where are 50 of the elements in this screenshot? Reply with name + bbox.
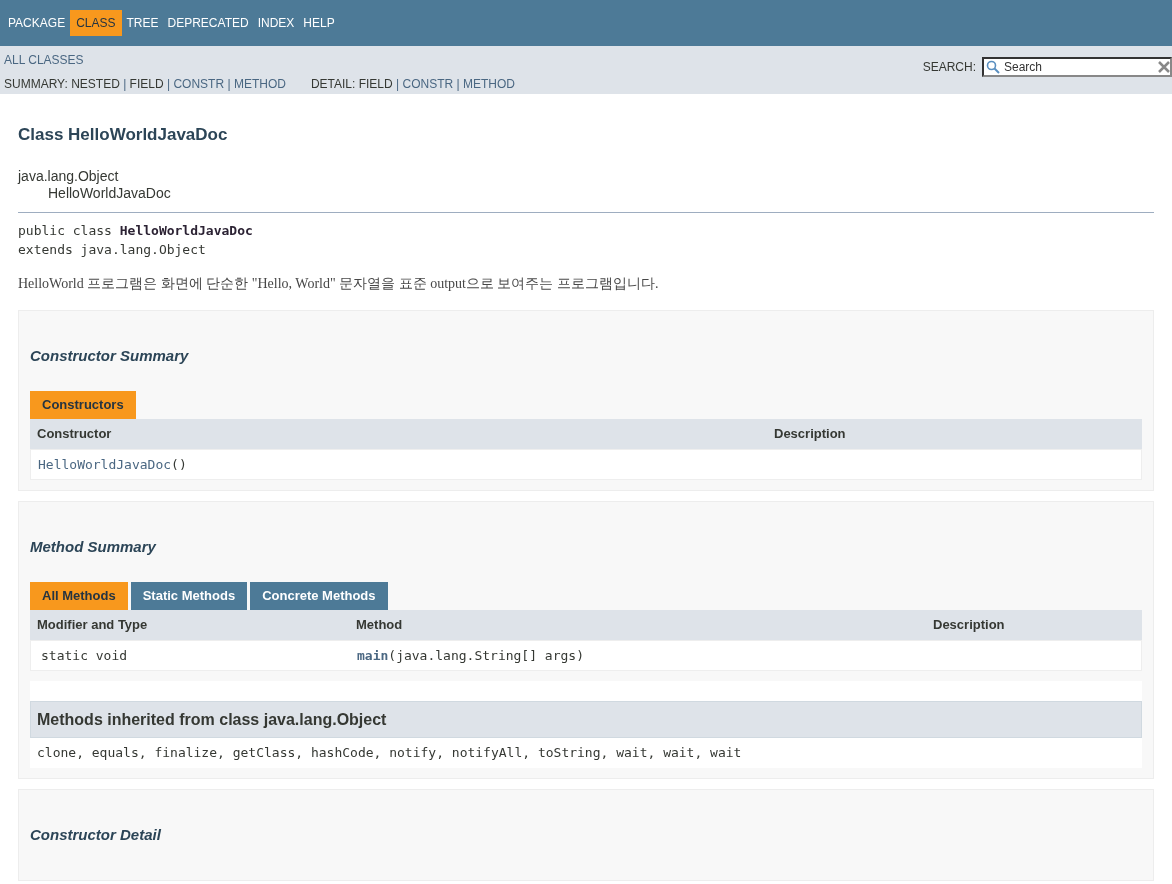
nav-link[interactable]: HELP	[299, 10, 339, 36]
summary-nav-link[interactable]: CONSTR	[173, 75, 225, 93]
summary-nav-link[interactable]: METHOD	[462, 75, 515, 93]
search-field[interactable]: Search	[982, 57, 1172, 77]
separator-mark: |	[455, 76, 461, 93]
separator-mark: |	[165, 76, 172, 93]
all-classes-link[interactable]: ALL CLASSES	[4, 53, 84, 67]
method-name-link[interactable]: main	[357, 647, 389, 663]
nav-link[interactable]: INDEX	[253, 10, 299, 36]
close-icon[interactable]	[1158, 61, 1170, 73]
column-header: Description	[773, 425, 847, 444]
table-tab[interactable]: All Methods	[30, 582, 128, 610]
summary-nav-label: FIELD	[129, 76, 164, 93]
search-label: SEARCH:	[922, 59, 976, 76]
table-tab[interactable]: Static Methods	[130, 582, 248, 610]
summary-nav-label: FIELD	[358, 76, 393, 93]
inherited-methods: clone, equals, finalize, getClass, hashCode, notify, notifyAll, toString, wait, wait, wait	[36, 744, 743, 763]
parameter-list: (java.lang.String[] args)	[388, 647, 584, 663]
section-heading: Method Summary	[30, 537, 158, 557]
summary-label: DETAIL:	[310, 76, 357, 93]
column-header: Method	[355, 616, 404, 635]
parameter-list: ()	[171, 456, 187, 472]
nav-link[interactable]: TREE	[122, 10, 163, 36]
summary-label: SUMMARY:	[4, 76, 69, 93]
separator-mark: |	[226, 76, 232, 93]
constructor-link[interactable]: HelloWorldJavaDoc	[38, 456, 172, 472]
class-signature: public class HelloWorldJavaDoc	[18, 222, 254, 240]
table-tab[interactable]: Constructors	[30, 391, 136, 419]
section-heading: Constructor Summary	[30, 346, 190, 366]
inherited-heading: Methods inherited from class java.lang.Object	[30, 701, 1142, 738]
class-name: HelloWorldJavaDoc	[47, 185, 172, 203]
column-header: Description	[932, 616, 1006, 635]
separator-mark: |	[395, 76, 401, 93]
column-header: Modifier and Type	[36, 616, 149, 635]
column-header: Constructor	[36, 425, 113, 444]
summary-nav-link[interactable]: METHOD	[233, 75, 286, 93]
table-cell-text: static void	[40, 646, 129, 665]
separator-mark: |	[122, 76, 128, 93]
class-title: Class HelloWorldJavaDoc	[18, 124, 229, 146]
extends-clause: extends java.lang.Object	[18, 241, 207, 259]
nav-link[interactable]: CLASS	[70, 10, 122, 36]
nav-link[interactable]: DEPRECATED	[163, 10, 253, 36]
nav-link[interactable]: PACKAGE	[4, 10, 70, 36]
class-description: HelloWorld 프로그램은 화면에 단순한 "Hello, World" 문자열을 표준 output으로 보여주는 프로그램입니다.	[18, 275, 660, 293]
summary-nav-link[interactable]: CONSTR	[402, 75, 454, 93]
section-heading: Constructor Detail	[30, 825, 162, 845]
summary-nav-label: NESTED	[71, 76, 120, 93]
search-icon	[986, 60, 1000, 74]
superclass-name: java.lang.Object	[18, 168, 120, 185]
table-tab[interactable]: Concrete Methods	[250, 582, 388, 610]
